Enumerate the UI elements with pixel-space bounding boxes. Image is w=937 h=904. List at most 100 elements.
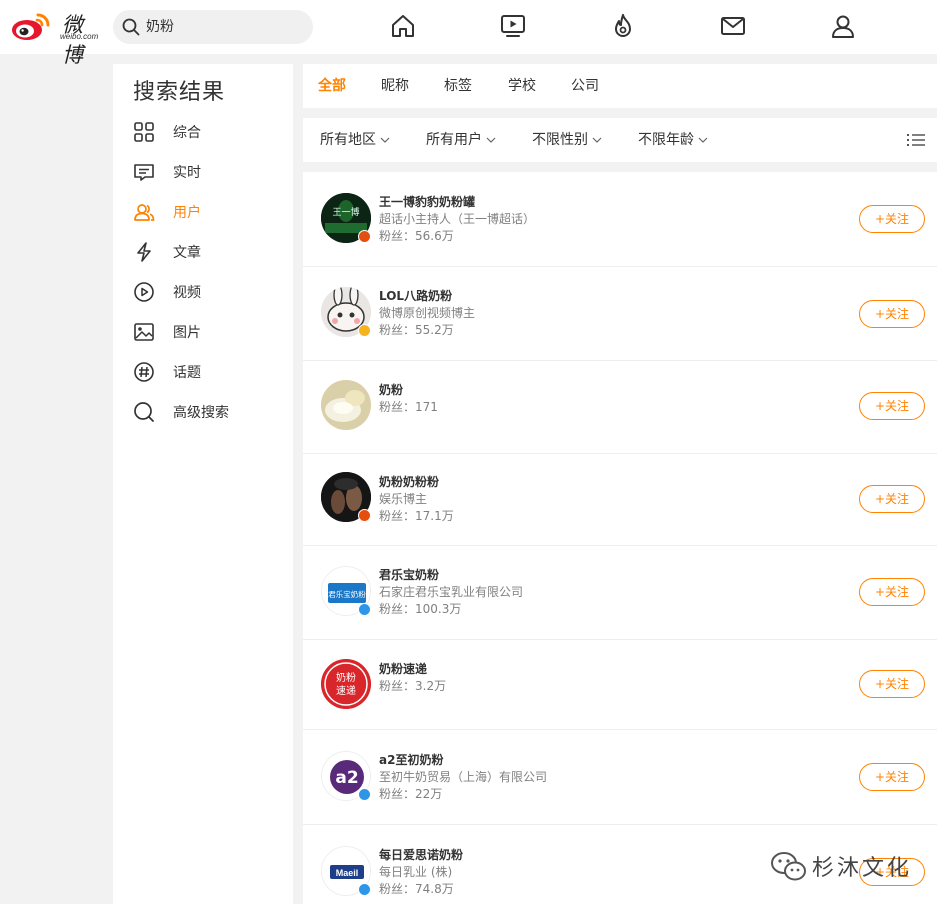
user-fans: 粉丝：74.8万	[379, 882, 454, 896]
image-icon	[134, 323, 154, 341]
filter-label: 所有用户	[426, 132, 482, 148]
weibo-logo-icon	[12, 13, 50, 40]
sidebar-item-label: 话题	[173, 365, 201, 381]
user-name[interactable]: 每日爱思诺奶粉	[379, 847, 463, 863]
follow-button[interactable]: +关注	[859, 205, 925, 233]
sidebar-item-articles[interactable]: 文章	[133, 240, 283, 264]
user-fans: 粉丝：100.3万	[379, 602, 462, 616]
filter-gender[interactable]: 不限性别	[532, 131, 602, 149]
avatar-image	[321, 380, 371, 430]
avatar[interactable]	[321, 380, 371, 430]
user-name[interactable]: 君乐宝奶粉	[379, 567, 439, 583]
mail-icon[interactable]	[719, 12, 747, 40]
sidebar-item-realtime[interactable]: 实时	[133, 160, 283, 184]
filter-age[interactable]: 不限年龄	[638, 131, 708, 149]
profile-icon[interactable]	[829, 12, 857, 40]
user-name[interactable]: 奶粉	[379, 382, 403, 398]
message-icon	[134, 164, 154, 181]
topic-icon	[134, 362, 154, 382]
follow-button[interactable]: +关注	[859, 578, 925, 606]
user-row: 奶粉 粉丝：171 +关注	[303, 361, 937, 454]
tab-nickname[interactable]: 昵称	[381, 77, 409, 95]
user-name[interactable]: 奶粉速递	[379, 661, 427, 677]
user-row: LOL八路奶粉 微博原创视频博主 粉丝：55.2万 +关注	[303, 267, 937, 361]
watermark: 杉沐文化	[770, 848, 930, 884]
user-description: 超话小主持人（王一博超话）	[379, 212, 536, 226]
avatar-text: 速递	[336, 684, 356, 697]
avatar[interactable]: 奶粉 速递	[321, 659, 371, 709]
follow-button[interactable]: +关注	[859, 670, 925, 698]
sidebar-item-topics[interactable]: 话题	[133, 360, 283, 384]
user-description: 娱乐博主	[379, 492, 428, 506]
article-icon	[137, 242, 151, 262]
sidebar-item-label: 实时	[173, 165, 201, 181]
avatar-text: 奶粉	[336, 671, 356, 684]
tab-company[interactable]: 公司	[571, 77, 599, 95]
verified-badge	[358, 324, 371, 337]
chevron-down-icon	[380, 137, 390, 143]
search-icon	[122, 18, 140, 36]
tab-all[interactable]: 全部	[318, 77, 346, 95]
sidebar-item-label: 图片	[173, 325, 201, 341]
follow-button[interactable]: +关注	[859, 485, 925, 513]
user-description: 微博原创视频博主	[379, 306, 476, 320]
grid-icon	[134, 122, 154, 142]
search-box[interactable]: 奶粉	[113, 10, 313, 44]
filter-region[interactable]: 所有地区	[320, 131, 390, 149]
user-row: 君乐宝奶粉 君乐宝奶粉 石家庄君乐宝乳业有限公司 粉丝：100.3万 +关注	[303, 546, 937, 640]
avatar-text: Maeil	[336, 868, 359, 878]
user-fans: 粉丝：55.2万	[379, 323, 454, 337]
filter-label: 所有地区	[320, 132, 376, 148]
chevron-down-icon	[698, 137, 708, 143]
verified-badge	[358, 230, 371, 243]
result-tabs: 全部 昵称 标签 学校 公司	[303, 64, 937, 108]
filter-label: 不限年龄	[638, 132, 694, 148]
sidebar-item-label: 视频	[173, 285, 201, 301]
avatar-text: 王一博	[332, 206, 359, 218]
logo-subtext: weibo.com	[60, 32, 99, 41]
watermark-text: 杉沐文化	[812, 856, 913, 881]
weibo-logo[interactable]: 微博 weibo.com	[10, 9, 102, 67]
list-view-icon[interactable]	[907, 132, 925, 148]
verified-badge	[358, 509, 371, 522]
search-sidebar: 搜索结果 综合 实时 用户 文章 视频 图片 话题 高级搜索	[113, 64, 293, 904]
chevron-down-icon	[486, 137, 496, 143]
sidebar-item-label: 综合	[173, 125, 201, 141]
sidebar-item-all[interactable]: 综合	[133, 120, 283, 144]
video-icon[interactable]	[499, 12, 527, 40]
user-fans: 粉丝：22万	[379, 787, 443, 801]
user-row: a2 a2至初奶粉 至初牛奶贸易（上海）有限公司 粉丝：22万 +关注	[303, 730, 937, 825]
user-name[interactable]: LOL八路奶粉	[379, 288, 452, 304]
filter-label: 不限性别	[532, 132, 588, 148]
verified-badge	[358, 883, 371, 896]
sidebar-item-images[interactable]: 图片	[133, 320, 283, 344]
hot-icon[interactable]	[609, 12, 637, 40]
follow-button[interactable]: +关注	[859, 763, 925, 791]
user-row: 王一博 王一博豹豹奶粉罐 超话小主持人（王一博超话） 粉丝：56.6万 +关注	[303, 172, 937, 267]
verified-badge	[358, 603, 371, 616]
filter-bar: 所有地区 所有用户 不限性别 不限年龄	[303, 118, 937, 162]
filter-user-type[interactable]: 所有用户	[426, 131, 496, 149]
follow-button[interactable]: +关注	[859, 300, 925, 328]
user-name[interactable]: 奶粉奶粉粉	[379, 474, 439, 490]
tab-tag[interactable]: 标签	[444, 77, 472, 95]
search-input[interactable]: 奶粉	[146, 18, 174, 36]
user-description: 石家庄君乐宝乳业有限公司	[379, 585, 524, 599]
home-icon[interactable]	[389, 12, 417, 40]
user-name[interactable]: a2至初奶粉	[379, 752, 443, 768]
avatar-text: a2	[335, 768, 358, 788]
avatar-text: 君乐宝奶粉	[328, 589, 366, 599]
sidebar-item-label: 文章	[173, 245, 201, 261]
user-fans: 粉丝：56.6万	[379, 229, 454, 243]
user-fans: 粉丝：17.1万	[379, 509, 454, 523]
sidebar-item-label: 用户	[173, 205, 201, 221]
tab-school[interactable]: 学校	[508, 77, 536, 95]
play-icon	[134, 282, 154, 302]
sidebar-item-users[interactable]: 用户	[133, 200, 283, 224]
wechat-icon	[771, 852, 806, 881]
avatar-image: 奶粉 速递	[321, 659, 371, 709]
sidebar-item-advanced-search[interactable]: 高级搜索	[133, 400, 283, 424]
follow-button[interactable]: +关注	[859, 392, 925, 420]
user-name[interactable]: 王一博豹豹奶粉罐	[379, 194, 475, 210]
sidebar-item-videos[interactable]: 视频	[133, 280, 283, 304]
